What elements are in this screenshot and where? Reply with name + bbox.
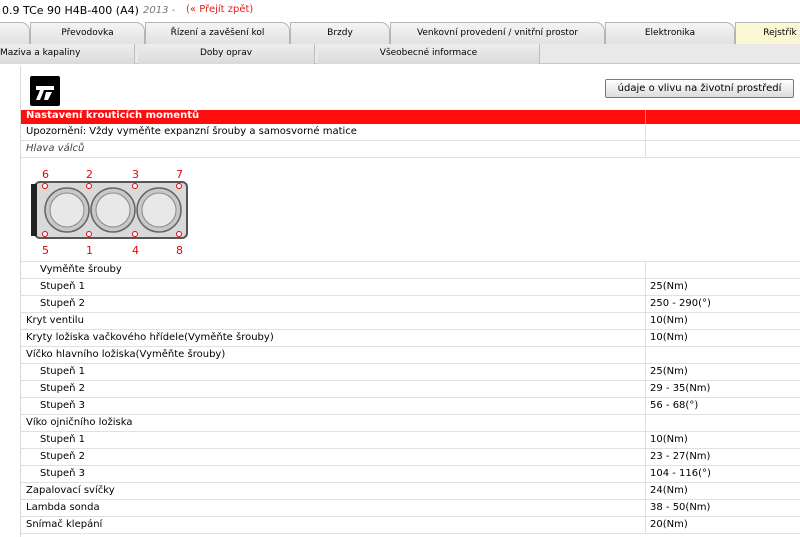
subtitle-text: Hlava válců: [26, 143, 85, 154]
bolt-label: 2: [86, 168, 93, 181]
section-header: Nastavení krouticích momentů: [21, 110, 800, 124]
environment-info-button[interactable]: údaje o vlivu na životní prostředí: [605, 79, 794, 98]
vehicle-model: 0.9 TCe 90 H4B-400 (A4): [2, 4, 139, 17]
table-row: Kryt ventilu 10(Nm): [21, 313, 800, 330]
subtitle-row: Hlava válců: [21, 141, 800, 158]
row-value: 104 - 116(°): [650, 468, 711, 479]
bolt-label: 6: [42, 168, 49, 181]
row-label: Kryty ložiska vačkového hřídele(Vyměňte …: [26, 332, 274, 343]
table-row: Snímač klepání 20(Nm): [21, 517, 800, 534]
tab-elektronika[interactable]: Elektronika: [605, 22, 735, 44]
row-label: Stupeň 3: [40, 400, 85, 411]
subtab-doby-oprav[interactable]: Doby oprav: [138, 44, 315, 64]
row-value: 250 - 290(°): [650, 298, 711, 309]
row-label: Snímač klepání: [26, 519, 103, 530]
row-label: Stupeň 2: [40, 298, 85, 309]
row-value: 29 - 35(Nm): [650, 383, 711, 394]
row-label: Lambda sonda: [26, 502, 100, 513]
bolt-label: 3: [132, 168, 139, 181]
tab-rizeni[interactable]: Řízení a zavěšení kol: [145, 22, 290, 44]
row-label: Stupeň 1: [40, 434, 85, 445]
title-bar: 0.9 TCe 90 H4B-400 (A4) 2013 - (« Přejít…: [0, 0, 800, 20]
table-row: Stupeň 1 10(Nm): [21, 432, 800, 449]
sub-tabs: Maziva a kapaliny Doby oprav Všeobecné i…: [0, 44, 800, 64]
notice-row: Upozornění: Vždy vyměňte expanzní šrouby…: [21, 124, 800, 141]
row-label: Stupeň 1: [40, 366, 85, 377]
notice-text: Upozornění: Vždy vyměňte expanzní šrouby…: [26, 126, 357, 137]
table-row: Kryty ložiska vačkového hřídele(Vyměňte …: [21, 330, 800, 347]
table-row: Stupeň 2 250 - 290(°): [21, 296, 800, 313]
table-row: Stupeň 3 104 - 116(°): [21, 466, 800, 483]
row-label: Kryt ventilu: [26, 315, 84, 326]
row-label: Stupeň 3: [40, 468, 85, 479]
app-logo-icon: [30, 76, 60, 106]
table-row: Stupeň 2 29 - 35(Nm): [21, 381, 800, 398]
table-row: Stupeň 3 56 - 68(°): [21, 398, 800, 415]
tab-prevodovka[interactable]: Převodovka: [30, 22, 145, 44]
subtab-maziva[interactable]: Maziva a kapaliny: [0, 44, 135, 64]
row-value: 38 - 50(Nm): [650, 502, 711, 513]
back-link[interactable]: (« Přejít zpět): [186, 4, 253, 15]
row-label: Víko ojničního ložiska: [26, 417, 133, 428]
table-row: Víko ojničního ložiska: [21, 415, 800, 432]
tab-rejstrik[interactable]: Rejstřík: [735, 22, 800, 44]
tab-venkovni[interactable]: Venkovní provedení / vnitřní prostor: [390, 22, 605, 44]
bolt-label: 8: [176, 244, 183, 257]
row-label: Víčko hlavního ložiska(Vyměňte šrouby): [26, 349, 226, 360]
bolt-label: 7: [176, 168, 183, 181]
row-label: Stupeň 2: [40, 451, 85, 462]
table-row: Stupeň 1 25(Nm): [21, 364, 800, 381]
row-value: 25(Nm): [650, 281, 688, 292]
row-value: 25(Nm): [650, 366, 688, 377]
row-label: Vyměňte šrouby: [40, 264, 122, 275]
bolt-label: 4: [132, 244, 139, 257]
row-value: 10(Nm): [650, 332, 688, 343]
row-value: 24(Nm): [650, 485, 688, 496]
bolt-label: 1: [86, 244, 93, 257]
torque-table: Nastavení krouticích momentů Upozornění:…: [21, 110, 800, 534]
row-label: Stupeň 2: [40, 383, 85, 394]
row-value: 20(Nm): [650, 519, 688, 530]
tab-partial-left[interactable]: [0, 22, 30, 44]
table-row: Vyměňte šrouby: [21, 262, 800, 279]
bolt-label: 5: [42, 244, 49, 257]
row-value: 56 - 68(°): [650, 400, 699, 411]
row-value: 10(Nm): [650, 315, 688, 326]
subtab-vseobecne[interactable]: Všeobecné informace: [318, 44, 540, 64]
row-label: Stupeň 1: [40, 281, 85, 292]
cylinder-head-diagram-row: 6 2 3 7 5 1 4 8: [21, 158, 800, 262]
cylinder-head-diagram: 6 2 3 7 5 1 4 8: [31, 168, 188, 257]
table-row: Stupeň 2 23 - 27(Nm): [21, 449, 800, 466]
main-tabs: Převodovka Řízení a zavěšení kol Brzdy V…: [0, 22, 800, 44]
table-row: Stupeň 1 25(Nm): [21, 279, 800, 296]
row-value: 23 - 27(Nm): [650, 451, 711, 462]
tab-brzdy[interactable]: Brzdy: [290, 22, 390, 44]
section-title: Nastavení krouticích momentů: [26, 110, 200, 121]
model-year: 2013 -: [143, 5, 176, 16]
table-row: Víčko hlavního ložiska(Vyměňte šrouby): [21, 347, 800, 364]
table-row: Zapalovací svíčky 24(Nm): [21, 483, 800, 500]
row-value: 10(Nm): [650, 434, 688, 445]
row-label: Zapalovací svíčky: [26, 485, 115, 496]
table-row: Lambda sonda 38 - 50(Nm): [21, 500, 800, 517]
content-panel: údaje o vlivu na životní prostředí Nasta…: [20, 66, 800, 537]
